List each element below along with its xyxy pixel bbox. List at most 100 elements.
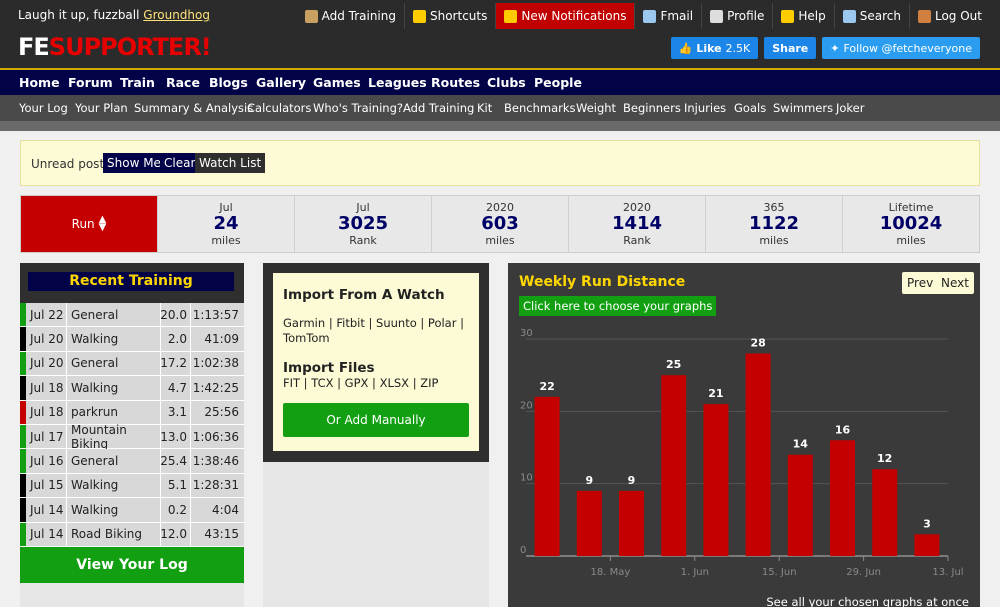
stat-cell[interactable]: 365 1122 miles — [705, 196, 842, 252]
social-buttons: 👍 Like 2.5K Share ✦ Follow @fetcheveryon… — [670, 37, 980, 59]
subnav-joker[interactable]: Joker — [836, 101, 864, 115]
clear-button[interactable]: Clear — [160, 153, 200, 173]
bar[interactable] — [534, 396, 560, 556]
facebook-like-button[interactable]: 👍 Like 2.5K — [670, 37, 759, 59]
greeting-user-link[interactable]: Groundhog — [143, 8, 210, 22]
subnav-summary-analysis[interactable]: Summary & Analysis — [134, 101, 253, 115]
training-date: Jul 16 — [26, 449, 66, 473]
site-logo[interactable]: FESUPPORTER! — [18, 33, 212, 61]
subnav-kit[interactable]: Kit — [477, 101, 492, 115]
subnav-who-s-training-[interactable]: Who's Training? — [313, 101, 403, 115]
stat-cell[interactable]: 2020 603 miles — [431, 196, 568, 252]
y-tick-label: 20 — [520, 400, 533, 411]
unread-posts-bar: Unread posts Show Me Clear Watch List — [20, 140, 980, 186]
subnav-your-log[interactable]: Your Log — [19, 101, 68, 115]
bar[interactable] — [661, 375, 687, 556]
stat-value: 1122 — [748, 213, 800, 234]
see-all-graphs-link[interactable]: See all your chosen graphs at once — [766, 595, 969, 607]
subnav-swimmers[interactable]: Swimmers — [773, 101, 833, 115]
toplink-new-notifications[interactable]: New Notifications — [495, 3, 635, 29]
toplink-add-training[interactable]: Add Training — [297, 3, 404, 29]
training-row[interactable]: Jul 22 General 20.0 1:13:57 — [20, 303, 244, 328]
toplink-shortcuts[interactable]: Shortcuts — [403, 3, 495, 29]
bar[interactable] — [703, 404, 729, 556]
subnav-benchmarks[interactable]: Benchmarks — [504, 101, 576, 115]
bar[interactable] — [787, 454, 813, 556]
bar[interactable] — [745, 353, 771, 556]
watch-brands-list[interactable]: Garmin | Fitbit | Suunto | Polar | TomTo… — [283, 316, 469, 346]
watch-list-button[interactable]: Watch List — [195, 153, 266, 173]
bar[interactable] — [914, 534, 940, 556]
bar[interactable] — [830, 440, 855, 556]
main-nav: Home Forum Train Race Blogs Gallery Games Leagu… — [0, 68, 1000, 95]
nav-train[interactable]: Train — [120, 75, 155, 90]
training-time: 1:06:36 — [190, 424, 244, 449]
training-miles: 4.7 — [160, 376, 190, 400]
training-row[interactable]: Jul 16 General 25.4 1:38:46 — [20, 449, 244, 474]
nav-routes[interactable]: Routes — [431, 75, 480, 90]
training-row[interactable]: Jul 14 Road Biking 12.0 43:15 — [20, 522, 244, 547]
training-row[interactable]: Jul 17 Mountain Biking 13.0 1:06:36 — [20, 423, 244, 451]
prev-button[interactable]: Prev — [902, 272, 939, 294]
add-manually-button[interactable]: Or Add Manually — [283, 403, 469, 437]
stat-value: 1414 — [611, 213, 663, 234]
nav-race[interactable]: Race — [166, 75, 200, 90]
training-type: General — [66, 303, 160, 327]
subnav-beginners[interactable]: Beginners — [623, 101, 681, 115]
subnav-weight[interactable]: Weight — [576, 101, 616, 115]
bar-value-label: 9 — [628, 474, 636, 487]
next-button[interactable]: Next — [936, 272, 974, 294]
stat-cell[interactable]: Lifetime 10024 miles — [842, 196, 979, 252]
nav-gallery[interactable]: Gallery — [256, 75, 306, 90]
toplink-profile[interactable]: Profile — [701, 3, 772, 29]
twitter-follow-button[interactable]: ✦ Follow @fetcheveryone — [822, 37, 980, 59]
training-row[interactable]: Jul 15 Walking 5.1 1:28:31 — [20, 473, 244, 499]
subnav-injuries[interactable]: Injuries — [684, 101, 726, 115]
training-type: Walking — [66, 376, 160, 400]
bar[interactable] — [576, 490, 602, 556]
toplink-help[interactable]: Help — [772, 3, 833, 29]
logo-supporter: SUPPORTER! — [48, 33, 212, 61]
nav-separator — [0, 121, 1000, 131]
nav-people[interactable]: People — [534, 75, 582, 90]
nav-games[interactable]: Games — [313, 75, 361, 90]
stat-cell[interactable]: Jul 3025 Rank — [294, 196, 431, 252]
stats-strip: Run ▲ ▼ Jul 24 miles Jul 3025 Rank 2020 603 miles… — [20, 195, 980, 253]
choose-graphs-button[interactable]: Click here to choose your graphs — [519, 296, 717, 316]
nav-home[interactable]: Home — [19, 75, 60, 90]
stat-cell[interactable]: 2020 1414 Rank — [568, 196, 705, 252]
nav-leagues[interactable]: Leagues — [368, 75, 427, 90]
training-row[interactable]: Jul 20 Walking 2.0 41:09 — [20, 327, 244, 352]
recent-panel-footer — [20, 583, 244, 607]
bar-value-label: 12 — [877, 452, 892, 465]
training-time: 4:04 — [190, 498, 244, 522]
toplink-log-out[interactable]: Log Out — [908, 3, 990, 29]
bar[interactable] — [872, 469, 898, 556]
training-date: Jul 20 — [26, 351, 66, 376]
facebook-share-button[interactable]: Share — [764, 37, 817, 59]
training-row[interactable]: Jul 18 parkrun 3.1 25:56 — [20, 400, 244, 425]
subnav-goals[interactable]: Goals — [734, 101, 766, 115]
training-miles: 3.1 — [160, 400, 190, 424]
bar-value-label: 28 — [750, 336, 765, 349]
subnav-calculators[interactable]: Calculators — [247, 101, 311, 115]
nav-clubs[interactable]: Clubs — [487, 75, 526, 90]
training-row[interactable]: Jul 20 General 17.2 1:02:38 — [20, 351, 244, 377]
training-row[interactable]: Jul 18 Walking 4.7 1:42:25 — [20, 376, 244, 401]
subnav-your-plan[interactable]: Your Plan — [75, 101, 128, 115]
y-tick-label: 30 — [520, 328, 533, 339]
activity-selector[interactable]: Run ▲ ▼ — [21, 196, 157, 252]
toplink-search[interactable]: Search — [833, 3, 909, 29]
nav-blogs[interactable]: Blogs — [209, 75, 248, 90]
file-formats-list[interactable]: FIT | TCX | GPX | XLSX | ZIP — [283, 376, 469, 391]
training-time: 25:56 — [190, 400, 244, 424]
training-row[interactable]: Jul 14 Walking 0.2 4:04 — [20, 498, 244, 523]
show-me-button[interactable]: Show Me — [103, 153, 165, 173]
nav-forum[interactable]: Forum — [68, 75, 113, 90]
toplink-fmail[interactable]: Fmail — [634, 3, 701, 29]
bar[interactable] — [619, 490, 644, 556]
subnav-add-training[interactable]: Add Training — [403, 101, 474, 115]
view-log-button[interactable]: View Your Log — [20, 547, 244, 583]
lightbulb-icon — [781, 9, 795, 23]
stat-cell[interactable]: Jul 24 miles — [157, 196, 294, 252]
